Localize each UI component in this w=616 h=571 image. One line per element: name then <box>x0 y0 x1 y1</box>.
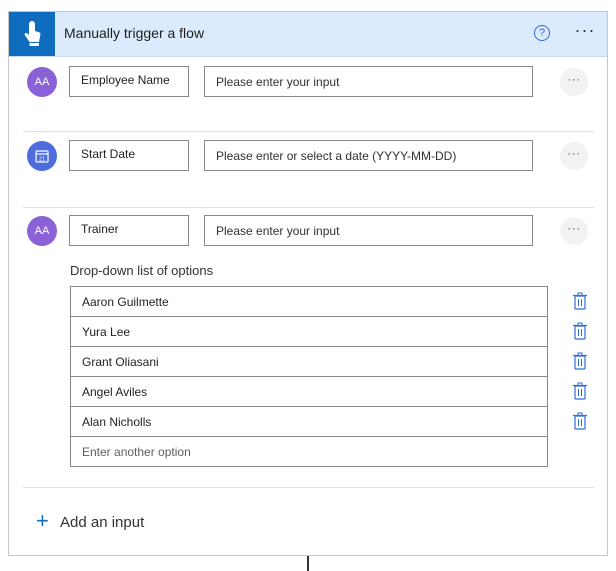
svg-text:21: 21 <box>39 157 45 163</box>
trash-icon[interactable] <box>572 352 588 370</box>
row-more-options-icon[interactable]: ··· <box>560 68 588 96</box>
input-value-field[interactable]: Please enter your input <box>204 215 533 246</box>
input-value-field[interactable]: Please enter or select a date (YYYY-MM-D… <box>204 140 533 171</box>
option-item[interactable]: Yura Lee <box>70 316 587 346</box>
row-more-options-icon[interactable]: ··· <box>560 142 588 170</box>
text-type-icon: AA <box>27 67 57 97</box>
input-name-field[interactable]: Employee Name <box>69 66 189 97</box>
dropdown-options-list: Aaron Guilmette Yura Lee Grant Oliasani … <box>70 286 587 467</box>
card-header[interactable]: Manually trigger a flow ? ··· <box>9 12 607 57</box>
trash-icon[interactable] <box>572 412 588 430</box>
input-row-start-date: 21 Start Date Please enter or select a d… <box>23 132 594 208</box>
option-item[interactable]: Alan Nicholls <box>70 406 587 436</box>
flow-connector-line <box>307 556 309 571</box>
trash-icon[interactable] <box>572 292 588 310</box>
plus-icon: + <box>36 508 49 533</box>
option-item[interactable]: Angel Aviles <box>70 376 587 406</box>
option-text: Yura Lee <box>82 325 131 339</box>
text-type-icon: AA <box>27 216 57 246</box>
calendar-icon: 21 <box>27 141 57 171</box>
trigger-card: Manually trigger a flow ? ··· AA Employe… <box>8 11 608 556</box>
option-item[interactable]: Aaron Guilmette <box>70 286 587 316</box>
option-item[interactable]: Grant Oliasani <box>70 346 587 376</box>
text-type-icon-glyph: AA <box>34 225 50 237</box>
option-text: Aaron Guilmette <box>82 295 169 309</box>
input-name-field[interactable]: Trainer <box>69 215 189 246</box>
trash-icon[interactable] <box>572 322 588 340</box>
add-option-input[interactable]: Enter another option <box>70 436 548 467</box>
help-icon[interactable]: ? <box>534 25 550 41</box>
input-name-field[interactable]: Start Date <box>69 140 189 171</box>
add-input-label: Add an input <box>60 514 145 531</box>
add-option-placeholder: Enter another option <box>82 445 191 459</box>
input-value-field[interactable]: Please enter your input <box>204 66 533 97</box>
row-more-options-icon[interactable]: ··· <box>560 217 588 245</box>
option-text: Angel Aviles <box>82 385 148 399</box>
input-row-employee-name: AA Employee Name Please enter your input… <box>23 56 594 132</box>
add-input-button[interactable]: + Add an input <box>23 487 594 548</box>
text-type-icon-glyph: AA <box>34 76 50 88</box>
dropdown-options-label: Drop-down list of options <box>70 263 214 278</box>
more-options-icon[interactable]: ··· <box>572 21 598 42</box>
option-text: Grant Oliasani <box>82 355 159 369</box>
touch-trigger-icon <box>9 12 55 56</box>
page-title: Manually trigger a flow <box>64 25 205 41</box>
option-text: Alan Nicholls <box>82 415 152 429</box>
trash-icon[interactable] <box>572 382 588 400</box>
